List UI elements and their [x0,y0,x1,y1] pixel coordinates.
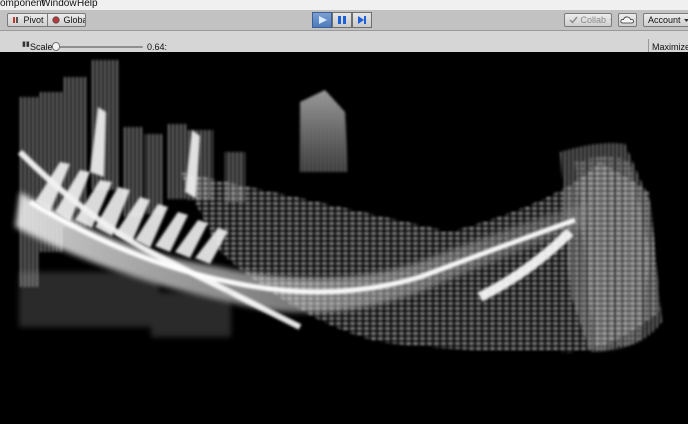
display-dropdown-grip-icon[interactable]: ▮▮ [22,40,30,48]
collab-label: Collab [580,15,607,25]
audio-visualizer-render [15,60,662,353]
menu-item-help[interactable]: Help [77,0,98,10]
dropdown-arrow-icon [609,14,611,26]
scale-label: Scale [30,42,53,52]
account-label: Account [648,15,681,25]
global-label: Global [63,15,85,25]
playmode-controls [312,12,372,28]
step-button[interactable] [352,12,372,28]
cloud-services-button[interactable] [618,13,637,27]
menu-bar: omponent Window Help [0,0,688,10]
game-viewport[interactable] [0,52,688,424]
global-icon [52,14,61,26]
main-toolbar: Pivot Global Collab Account [0,10,688,31]
global-toggle-button[interactable]: Global [48,13,86,27]
menu-item-component[interactable]: omponent [0,0,44,10]
maximize-on-play-toggle[interactable]: Maximize C [652,42,688,52]
game-view-toolbar: ▮▮ Scale 0.64: Maximize C [0,31,688,53]
pivot-label: Pivot [23,15,44,25]
play-button[interactable] [312,12,332,28]
account-dropdown[interactable]: Account [643,13,688,27]
scale-value: 0.64: [147,42,168,52]
scale-slider-thumb[interactable] [51,42,60,51]
pause-icon [338,16,346,24]
collab-icon [569,14,578,26]
cloud-icon [620,16,634,24]
pivot-toggle-button[interactable]: Pivot [7,13,48,27]
scale-slider-track[interactable] [52,46,143,48]
pivot-icon [12,14,21,26]
step-icon [358,16,366,24]
menu-item-window[interactable]: Window [41,0,77,10]
toolbar-divider [648,39,649,52]
play-icon [319,16,327,24]
pause-button[interactable] [332,12,352,28]
collab-dropdown[interactable]: Collab [564,13,612,27]
dropdown-arrow-icon [683,14,688,26]
